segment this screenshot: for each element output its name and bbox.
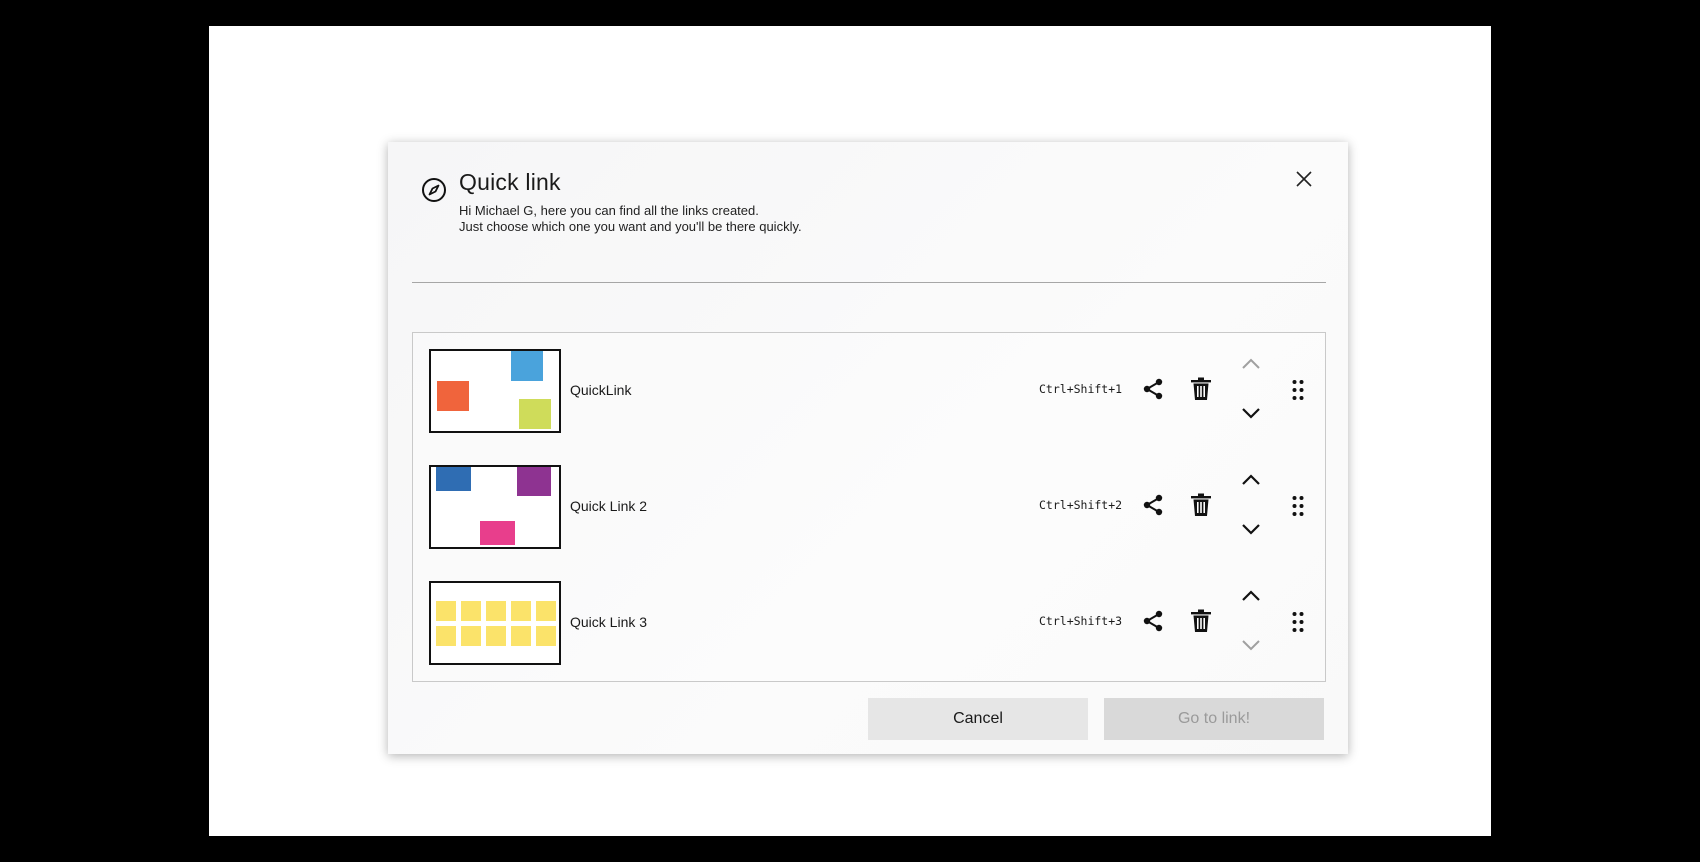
dialog-subtitle-line1: Hi Michael G, here you can find all the … — [459, 203, 759, 218]
share-icon[interactable] — [1141, 609, 1165, 633]
compass-icon — [422, 178, 446, 202]
link-name[interactable]: Quick Link 2 — [570, 498, 647, 514]
sticky-note — [511, 351, 543, 381]
sticky-note — [461, 626, 481, 646]
link-thumbnail — [429, 349, 561, 433]
trash-icon[interactable] — [1190, 609, 1212, 633]
link-thumbnail — [429, 581, 561, 665]
link-shortcut: Ctrl+Shift+1 — [1039, 382, 1123, 396]
drag-handle-icon[interactable] — [1291, 494, 1305, 518]
sticky-note — [511, 601, 531, 621]
dialog-subtitle-line2: Just choose which one you want and you'l… — [459, 219, 802, 234]
quick-link-list: QuickLink Ctrl+Shift+1 Quick Link 2 Ctrl… — [412, 332, 1326, 682]
link-thumbnail — [429, 465, 561, 549]
drag-handle-icon[interactable] — [1291, 378, 1305, 402]
quick-link-row[interactable]: Quick Link 2 Ctrl+Shift+2 — [413, 449, 1325, 565]
share-icon[interactable] — [1141, 377, 1165, 401]
quick-link-row[interactable]: QuickLink Ctrl+Shift+1 — [413, 333, 1325, 449]
sticky-note — [436, 626, 456, 646]
chevron-down-icon[interactable] — [1239, 402, 1263, 424]
chevron-up-icon[interactable] — [1239, 469, 1263, 491]
sticky-note — [519, 399, 551, 429]
sticky-note — [437, 381, 469, 411]
sticky-note — [436, 467, 471, 491]
chevron-up-icon[interactable] — [1239, 585, 1263, 607]
link-name[interactable]: QuickLink — [570, 382, 631, 398]
sticky-note — [436, 601, 456, 621]
sticky-note — [517, 467, 551, 496]
app-canvas: Quick link Hi Michael G, here you can fi… — [209, 26, 1491, 836]
sticky-note — [480, 521, 515, 545]
quick-link-dialog: Quick link Hi Michael G, here you can fi… — [388, 142, 1348, 754]
go-to-link-button[interactable]: Go to link! — [1104, 698, 1324, 740]
trash-icon[interactable] — [1190, 377, 1212, 401]
trash-icon[interactable] — [1190, 493, 1212, 517]
sticky-note — [511, 626, 531, 646]
header-divider — [412, 282, 1326, 283]
chevron-down-icon[interactable] — [1239, 518, 1263, 540]
share-icon[interactable] — [1141, 493, 1165, 517]
link-name[interactable]: Quick Link 3 — [570, 614, 647, 630]
sticky-note — [486, 626, 506, 646]
link-shortcut: Ctrl+Shift+3 — [1039, 614, 1123, 628]
quick-link-row[interactable]: Quick Link 3 Ctrl+Shift+3 — [413, 565, 1325, 681]
sticky-note — [486, 601, 506, 621]
cancel-button[interactable]: Cancel — [868, 698, 1088, 740]
chevron-down-icon[interactable] — [1239, 634, 1263, 656]
drag-handle-icon[interactable] — [1291, 610, 1305, 634]
sticky-note — [461, 601, 481, 621]
sticky-note — [536, 601, 556, 621]
link-shortcut: Ctrl+Shift+2 — [1039, 498, 1123, 512]
chevron-up-icon[interactable] — [1239, 353, 1263, 375]
close-icon[interactable] — [1292, 167, 1316, 191]
dialog-title: Quick link — [459, 169, 561, 195]
sticky-note — [536, 626, 556, 646]
